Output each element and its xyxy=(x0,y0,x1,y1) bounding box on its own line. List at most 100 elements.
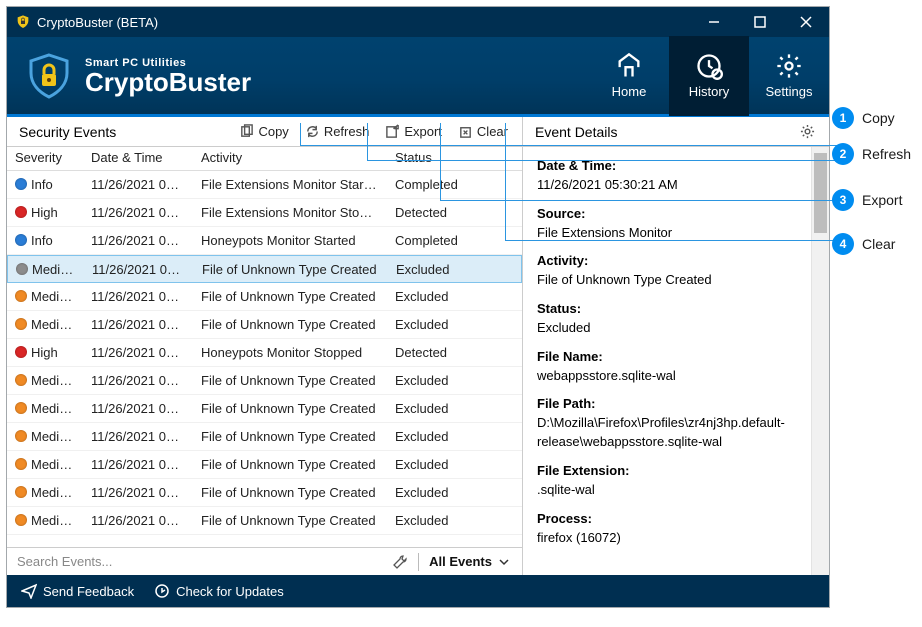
nav-bar: Home History Settings xyxy=(589,36,829,116)
events-panel: Security Events Copy Refresh Export Clea… xyxy=(7,117,523,575)
home-icon xyxy=(615,52,643,80)
copy-button[interactable]: Copy xyxy=(231,122,296,141)
detail-value: 11/26/2021 05:30:21 AM xyxy=(537,176,797,195)
severity-dot xyxy=(15,178,27,190)
severity-dot xyxy=(15,514,27,526)
grid-body[interactable]: Info11/26/2021 05:30:...File Extensions … xyxy=(7,171,522,547)
workspace: Security Events Copy Refresh Export Clea… xyxy=(7,117,829,575)
details-panel-title: Event Details xyxy=(535,124,792,140)
detail-value: webappsstore.sqlite-wal xyxy=(537,367,797,386)
leader-3v xyxy=(440,123,441,200)
detail-field: Date & Time:11/26/2021 05:30:21 AM xyxy=(537,157,797,195)
severity-dot xyxy=(15,206,27,218)
settings-icon xyxy=(775,52,803,80)
check-updates-label: Check for Updates xyxy=(176,584,284,599)
col-activity[interactable]: Activity xyxy=(193,147,387,170)
detail-label: File Name: xyxy=(537,348,797,367)
callout-4: 4Clear xyxy=(832,233,911,255)
severity-dot xyxy=(15,234,27,246)
table-row[interactable]: Medium11/26/2021 05:30:...File of Unknow… xyxy=(7,283,522,311)
leader-4v xyxy=(505,123,506,240)
maximize-button[interactable] xyxy=(737,7,783,37)
table-row[interactable]: Info11/26/2021 05:30:...Honeypots Monito… xyxy=(7,227,522,255)
detail-field: File Path:D:\Mozilla\Firefox\Profiles\zr… xyxy=(537,395,797,452)
col-datetime[interactable]: Date & Time xyxy=(83,147,193,170)
close-button[interactable] xyxy=(783,7,829,37)
logo: Smart PC Utilities CryptoBuster xyxy=(25,52,251,100)
search-input[interactable] xyxy=(17,554,392,569)
details-settings-button[interactable] xyxy=(792,122,823,141)
detail-label: Date & Time: xyxy=(537,157,797,176)
details-panel: Event Details Date & Time:11/26/2021 05:… xyxy=(523,117,829,575)
shield-lock-icon xyxy=(25,52,73,100)
clear-button[interactable]: Clear xyxy=(450,122,516,141)
callouts: 1Copy 2Refresh 3Export 4Clear xyxy=(832,107,911,269)
detail-field: Activity:File of Unknown Type Created xyxy=(537,252,797,290)
minimize-button[interactable] xyxy=(691,7,737,37)
table-row[interactable]: High11/26/2021 05:30:...Honeypots Monito… xyxy=(7,339,522,367)
detail-field: Status:Excluded xyxy=(537,300,797,338)
nav-label: History xyxy=(689,84,729,99)
table-row[interactable]: Medium11/26/2021 05:29:...File of Unknow… xyxy=(7,367,522,395)
scrollbar-thumb[interactable] xyxy=(814,153,827,233)
update-icon xyxy=(154,583,170,599)
detail-label: Activity: xyxy=(537,252,797,271)
nav-history[interactable]: History xyxy=(669,36,749,116)
titlebar: CryptoBuster (BETA) xyxy=(7,7,829,37)
events-panel-title: Security Events xyxy=(19,124,231,140)
nav-home[interactable]: Home xyxy=(589,36,669,116)
callout-2: 2Refresh xyxy=(832,143,911,165)
severity-dot xyxy=(15,290,27,302)
table-row[interactable]: Medium11/26/2021 05:28:...File of Unknow… xyxy=(7,479,522,507)
severity-dot xyxy=(15,458,27,470)
table-row[interactable]: Medium11/26/2021 05:28:...File of Unknow… xyxy=(7,507,522,535)
leader-1v xyxy=(300,123,301,145)
detail-value: .sqlite-wal xyxy=(537,481,797,500)
details-body[interactable]: Date & Time:11/26/2021 05:30:21 AM Source… xyxy=(523,147,829,575)
scrollbar[interactable] xyxy=(811,147,829,575)
footer: Send Feedback Check for Updates xyxy=(7,575,829,607)
events-grid: Severity Date & Time Activity Status Inf… xyxy=(7,147,522,547)
table-row[interactable]: Info11/26/2021 05:30:...File Extensions … xyxy=(7,171,522,199)
copy-label: Copy xyxy=(258,124,288,139)
detail-field: File Name:webappsstore.sqlite-wal xyxy=(537,348,797,386)
table-row[interactable]: Medium11/26/2021 05:29:...File of Unknow… xyxy=(7,423,522,451)
refresh-button[interactable]: Refresh xyxy=(297,122,378,141)
detail-label: File Path: xyxy=(537,395,797,414)
nav-settings[interactable]: Settings xyxy=(749,36,829,116)
nav-label: Settings xyxy=(766,84,813,99)
detail-value: Excluded xyxy=(537,319,797,338)
filter-label[interactable]: All Events xyxy=(429,554,492,569)
chevron-down-icon[interactable] xyxy=(496,554,512,570)
col-severity[interactable]: Severity xyxy=(7,147,83,170)
check-updates-link[interactable]: Check for Updates xyxy=(154,583,284,599)
table-row[interactable]: Medium11/26/2021 05:30:...File of Unknow… xyxy=(7,311,522,339)
app-window: CryptoBuster (BETA) Smart PC Utilities C… xyxy=(6,6,830,608)
clear-label: Clear xyxy=(477,124,508,139)
table-row[interactable]: High11/26/2021 05:30:...File Extensions … xyxy=(7,199,522,227)
severity-dot xyxy=(16,263,28,275)
table-row[interactable]: Medium11/26/2021 05:30:...File of Unknow… xyxy=(7,255,522,283)
brand-main: CryptoBuster xyxy=(85,69,251,95)
grid-header: Severity Date & Time Activity Status xyxy=(7,147,522,171)
severity-dot xyxy=(15,374,27,386)
app-icon xyxy=(15,14,31,30)
detail-value: D:\Mozilla\Firefox\Profiles\zr4nj3hp.def… xyxy=(537,414,797,452)
window-title: CryptoBuster (BETA) xyxy=(37,15,691,30)
detail-field: Source:File Extensions Monitor xyxy=(537,205,797,243)
table-row[interactable]: Medium11/26/2021 05:28:...File of Unknow… xyxy=(7,451,522,479)
leader-2v xyxy=(367,123,368,160)
severity-dot xyxy=(15,430,27,442)
details-list: Date & Time:11/26/2021 05:30:21 AM Source… xyxy=(537,157,797,547)
wrench-icon[interactable] xyxy=(392,554,408,570)
col-status[interactable]: Status xyxy=(387,147,487,170)
table-row[interactable]: Medium11/26/2021 05:29:...File of Unknow… xyxy=(7,395,522,423)
events-panel-header: Security Events Copy Refresh Export Clea… xyxy=(7,117,522,147)
refresh-label: Refresh xyxy=(324,124,370,139)
send-feedback-link[interactable]: Send Feedback xyxy=(21,583,134,599)
detail-value: File Extensions Monitor xyxy=(537,224,797,243)
detail-label: Status: xyxy=(537,300,797,319)
export-label: Export xyxy=(404,124,442,139)
detail-value: firefox (16072) xyxy=(537,529,797,548)
callout-3: 3Export xyxy=(832,189,911,211)
